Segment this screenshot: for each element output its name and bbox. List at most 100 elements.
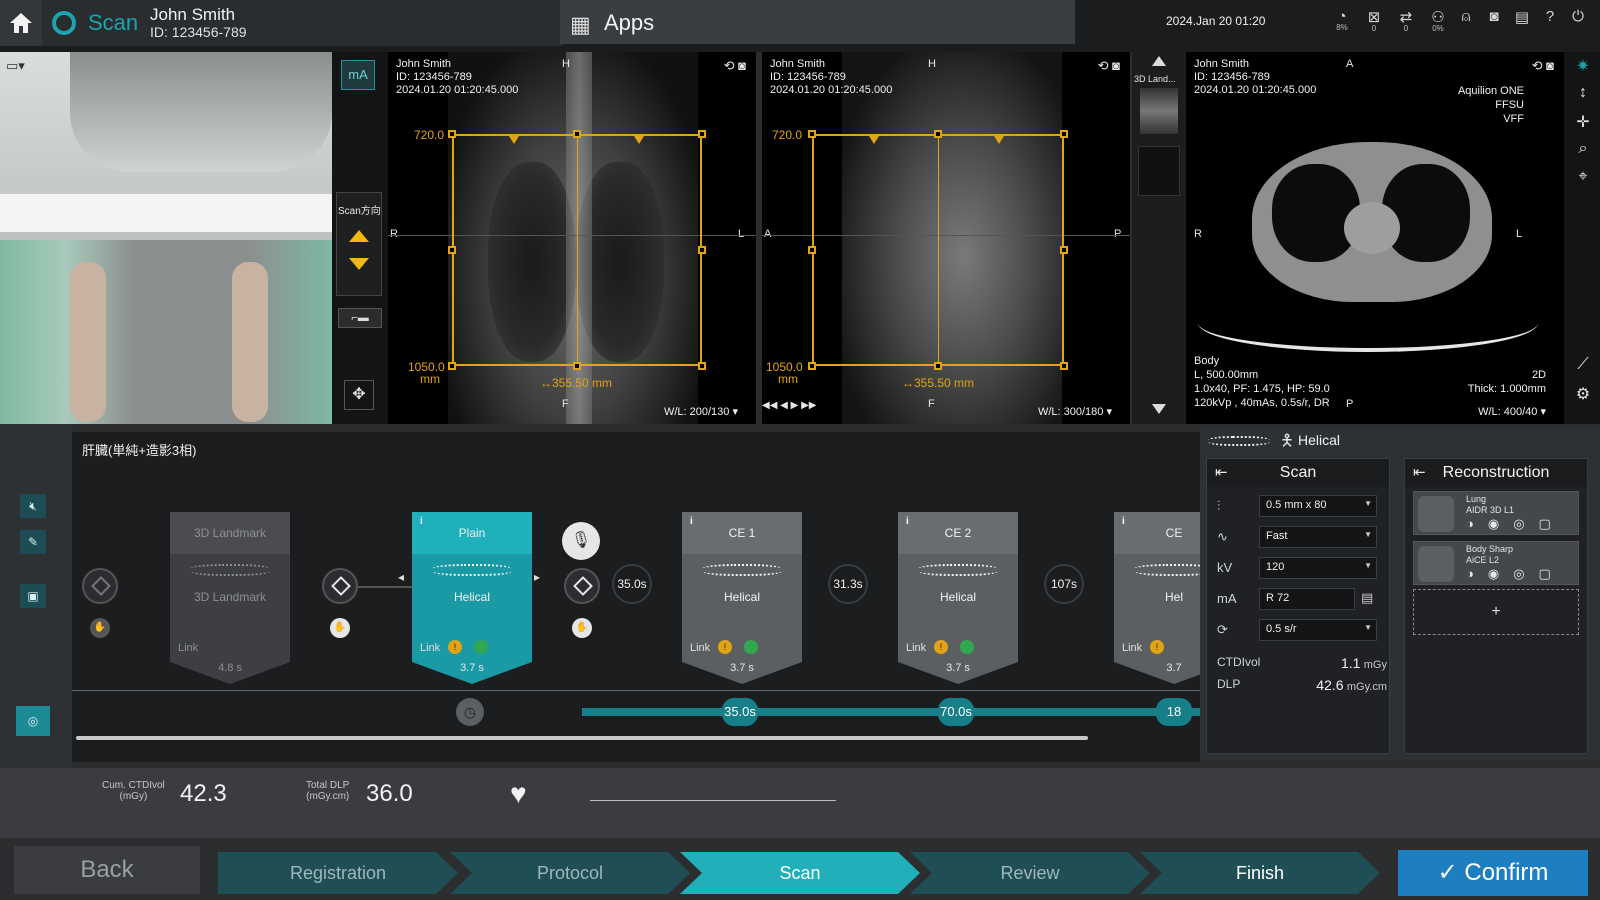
camera-icon[interactable]: ◙: [1482, 8, 1506, 25]
cum-ctdi-label: Cum. CTDIvol: [102, 780, 165, 791]
undo-icon[interactable]: ⟲: [1098, 58, 1109, 73]
document-icon[interactable]: ▤: [1510, 8, 1534, 26]
hand-icon[interactable]: ✋: [572, 618, 592, 638]
step-card-ce2[interactable]: i CE 2 Helical Link ! 3.7 s: [898, 512, 1018, 684]
orient-bottom: P: [1346, 398, 1354, 410]
rotation-select[interactable]: 0.5 s/r ▼: [1259, 619, 1377, 641]
undo-icon[interactable]: ⟲: [1532, 58, 1543, 73]
confirm-button[interactable]: ✓ Confirm: [1398, 850, 1588, 896]
snapshot-icon[interactable]: ◙: [1112, 58, 1120, 73]
nav-step-protocol[interactable]: Protocol: [450, 852, 690, 894]
link-status-icon: [744, 640, 758, 654]
pause-point[interactable]: [564, 568, 600, 604]
apps-tab[interactable]: ▦ Apps: [560, 0, 1075, 44]
step-card-ce3[interactable]: i CE Hel Link ! 3.7: [1114, 512, 1200, 684]
edit-icon[interactable]: ✎: [20, 530, 46, 554]
recon-action-icons[interactable]: ◑◉◎▢: [1466, 516, 1565, 532]
timing-node[interactable]: 70.0s: [938, 698, 974, 726]
gear-icon[interactable]: ⚙: [1572, 384, 1594, 404]
axial-viewport[interactable]: John Smith ID: 123456-789 2024.01.20 01:…: [1186, 52, 1564, 424]
thumbnail-axial[interactable]: [1138, 146, 1180, 196]
delay-badge[interactable]: 107s: [1044, 564, 1084, 604]
collapse-icon[interactable]: ⇤: [1215, 463, 1228, 481]
ma-button[interactable]: mA: [341, 60, 375, 90]
power-icon[interactable]: ⏻: [1566, 8, 1590, 25]
dose-summary-bar: Cum. CTDIvol (mGy) 42.3 Total DLP (mGy.c…: [0, 768, 1600, 838]
timing-node[interactable]: 35.0s: [722, 698, 758, 726]
network-icon[interactable]: ⚇ 0%: [1426, 8, 1450, 33]
scan-wave-icon: [702, 564, 782, 576]
lateral-scanogram-viewport[interactable]: John Smith ID: 123456-789 2024.01.20 01:…: [762, 52, 1130, 424]
timer-icon[interactable]: ◎: [16, 706, 50, 736]
snapshot-icon[interactable]: ◙: [738, 58, 746, 73]
nav-step-registration[interactable]: Registration: [218, 852, 458, 894]
queue-icon[interactable]: ⇄ 0: [1394, 8, 1418, 33]
step-title: CE: [1165, 526, 1183, 540]
home-button[interactable]: [0, 0, 42, 46]
patient-position-icon[interactable]: ⌐▬: [338, 308, 382, 328]
nav-step-finish[interactable]: Finish: [1140, 852, 1380, 894]
zoom-icon[interactable]: ⌕: [1572, 140, 1594, 158]
start-point[interactable]: [322, 568, 358, 604]
pan-icon[interactable]: ✛: [1572, 112, 1594, 132]
ma-field[interactable]: R 72: [1259, 588, 1355, 610]
scan-direction-down-icon[interactable]: [349, 258, 369, 270]
scan-tab[interactable]: Scan John Smith ID: 123456-789: [42, 0, 562, 46]
snapshot-icon[interactable]: ◙: [1546, 58, 1554, 73]
image-navigation[interactable]: ◀◀ ◀ ▶ ▶▶: [762, 400, 816, 411]
voice-recording-icon[interactable]: 🎙︎: [562, 522, 600, 560]
top-bar: Scan John Smith ID: 123456-789 ▦ Apps 20…: [0, 0, 1600, 52]
scroll-up-icon[interactable]: [1152, 56, 1166, 66]
heart-icon[interactable]: ♥: [510, 778, 527, 810]
collapse-icon[interactable]: ⇤: [1413, 463, 1426, 481]
delay-badge[interactable]: 35.0s: [612, 564, 652, 604]
nav-step-review[interactable]: Review: [910, 852, 1150, 894]
window-level[interactable]: W/L: 200/130 ▾: [664, 405, 738, 418]
transfer-icon[interactable]: ⊠ 0: [1362, 8, 1386, 33]
scan-params-1: 1.0x40, PF: 1.475, HP: 59.0: [1194, 383, 1330, 395]
hand-icon[interactable]: ✋: [330, 618, 350, 638]
scroll-icon[interactable]: ↕: [1572, 84, 1594, 102]
mute-icon[interactable]: 🔇︎: [20, 494, 46, 518]
step-card-ce1[interactable]: i CE 1 Helical Link ! 3.7 s: [682, 512, 802, 684]
settings-active-icon[interactable]: ✷: [1572, 56, 1594, 76]
ctdi-label: CTDIvol: [1217, 655, 1261, 669]
clock-icon[interactable]: ◷: [456, 698, 484, 726]
timeline-scrollbar[interactable]: [76, 736, 1088, 740]
kv-select[interactable]: 120 ▼: [1259, 557, 1377, 579]
delay-badge[interactable]: 31.3s: [828, 564, 868, 604]
ma-list-icon[interactable]: ▤: [1361, 590, 1373, 606]
link-warning-icon: !: [1150, 640, 1164, 654]
nav-step-scan[interactable]: Scan: [680, 852, 920, 894]
recon-item-body[interactable]: Body Sharp AiCE L2 ◑◉◎▢: [1413, 541, 1579, 585]
center-icon[interactable]: ⌖: [1572, 168, 1594, 186]
detector-select[interactable]: 0.5 mm x 80 ▼: [1259, 495, 1377, 517]
move-icon[interactable]: ✥: [344, 380, 374, 410]
disk-icon[interactable]: ◔ 8%: [1330, 8, 1354, 32]
scroll-down-icon[interactable]: [1152, 404, 1166, 414]
back-button[interactable]: Back: [14, 846, 200, 894]
total-dlp-unit: (mGy.cm): [306, 791, 350, 802]
add-recon-button[interactable]: +: [1413, 589, 1579, 635]
pitch-select[interactable]: Fast ▼: [1259, 526, 1377, 548]
camera-mode-icon[interactable]: ▭▾: [6, 58, 25, 74]
thumbnail-scanogram[interactable]: [1140, 88, 1178, 134]
step-card-landmark[interactable]: 3D Landmark 3D Landmark Link 4.8 s: [170, 512, 290, 684]
voice-left-icon[interactable]: ◂: [398, 570, 408, 596]
ap-scanogram-viewport[interactable]: John Smith ID: 123456-789 2024.01.20 01:…: [388, 52, 756, 424]
undo-icon[interactable]: ⟲: [724, 58, 735, 73]
gantry-icon[interactable]: ⍝: [1454, 8, 1478, 25]
scan-tools-column: mA Scan方向 ⌐▬ ✥: [332, 52, 388, 424]
measure-icon[interactable]: ⟋: [1572, 356, 1594, 374]
window-level[interactable]: W/L: 400/40 ▾: [1478, 405, 1546, 418]
step-card-plain[interactable]: i Plain Helical Link ! 3.7 s: [412, 512, 532, 684]
scan-direction-up-icon[interactable]: [349, 230, 369, 242]
help-icon[interactable]: ?: [1538, 8, 1562, 25]
voice-right-icon[interactable]: ▸: [534, 570, 544, 596]
chat-icon[interactable]: ▣: [20, 584, 46, 608]
recon-action-icons[interactable]: ◑◉◎▢: [1466, 566, 1565, 582]
timing-node[interactable]: 18: [1156, 698, 1192, 726]
recon-item-lung[interactable]: Lung AIDR 3D L1 ◑◉◎▢: [1413, 491, 1579, 535]
window-level[interactable]: W/L: 300/180 ▾: [1038, 405, 1112, 418]
orient-right: L: [738, 228, 745, 240]
